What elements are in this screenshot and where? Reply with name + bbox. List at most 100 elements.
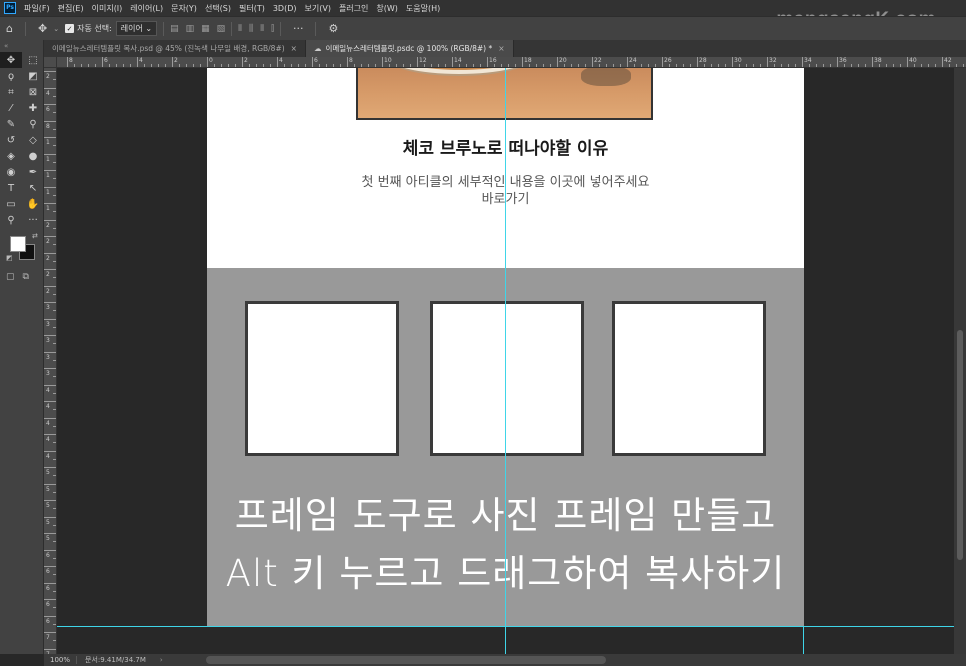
distribute-top-icon[interactable]: ⫿ bbox=[271, 24, 274, 34]
distribute-center-icon[interactable]: ⫼ bbox=[249, 24, 253, 34]
tab-document-copy[interactable]: 이메일뉴스레터템플릿 복사.psd @ 45% (진녹색 나무일 배경, RGB… bbox=[44, 40, 306, 57]
type-tool-icon[interactable]: T bbox=[0, 180, 22, 196]
ruler-label: 12 bbox=[419, 57, 427, 64]
tab-document-active[interactable]: ☁ 이메일뉴스레터템플릿.psdc @ 100% (RGB/8#) * × bbox=[305, 40, 514, 57]
ruler-tick bbox=[44, 153, 56, 155]
ruler-label: 2 bbox=[244, 57, 248, 64]
eyedropper-tool-icon[interactable]: ⁄ bbox=[0, 100, 22, 116]
object-select-tool-icon[interactable]: ◩ bbox=[22, 68, 44, 84]
menu-file[interactable]: 파일(F) bbox=[20, 3, 54, 14]
ruler-label: 5 bbox=[46, 535, 50, 542]
horizontal-scrollbar-thumb[interactable] bbox=[206, 656, 606, 664]
menu-filter[interactable]: 필터(T) bbox=[235, 3, 269, 14]
ruler-label: 3 bbox=[46, 337, 50, 344]
more-options-button[interactable]: ··· bbox=[287, 22, 310, 35]
screen-mode-icon[interactable]: ⧉ bbox=[23, 272, 29, 282]
menu-help[interactable]: 도움말(H) bbox=[402, 3, 444, 14]
ruler-tick bbox=[44, 516, 56, 518]
distribute-right-icon[interactable]: ⦀ bbox=[260, 24, 264, 34]
photo-frame[interactable] bbox=[612, 301, 766, 456]
auto-select-checkbox[interactable]: ✓ bbox=[65, 24, 75, 33]
ruler-label: 22 bbox=[594, 57, 602, 64]
guide-horizontal-bottom[interactable] bbox=[57, 626, 954, 627]
swap-colors-icon[interactable]: ⇄ bbox=[32, 232, 38, 240]
guide-vertical-right[interactable] bbox=[803, 626, 804, 654]
menu-type[interactable]: 문자(Y) bbox=[167, 3, 201, 14]
photo-detail bbox=[581, 68, 631, 86]
path-select-tool-icon[interactable]: ↖ bbox=[22, 180, 44, 196]
home-icon[interactable]: ⌂ bbox=[0, 22, 19, 35]
align-right-icon[interactable]: ▦ bbox=[201, 24, 210, 34]
ruler-tick bbox=[44, 648, 56, 650]
quick-mask-icon[interactable]: ▢ bbox=[6, 272, 15, 282]
ruler-label: 4 bbox=[139, 57, 143, 64]
brush-tool-icon[interactable]: ✎ bbox=[0, 116, 22, 132]
crop-tool-icon[interactable]: ⌗ bbox=[0, 84, 22, 100]
menu-window[interactable]: 창(W) bbox=[372, 3, 402, 14]
menu-layer[interactable]: 레이어(L) bbox=[126, 3, 167, 14]
ruler-tick bbox=[44, 615, 56, 617]
distribute-left-icon[interactable]: ⫴ bbox=[238, 24, 242, 34]
frame-tool-icon[interactable]: ⊠ bbox=[22, 84, 44, 100]
rectangle-tool-icon[interactable]: ▭ bbox=[0, 196, 22, 212]
align-center-icon[interactable]: ▥ bbox=[186, 24, 195, 34]
ruler-tick bbox=[44, 236, 56, 237]
marquee-tool-icon[interactable]: ⬚ bbox=[22, 52, 44, 68]
paint-bucket-tool-icon[interactable]: ◈ bbox=[0, 148, 22, 164]
pen-tool-icon[interactable]: ✒ bbox=[22, 164, 44, 180]
blur-tool-icon[interactable]: ● bbox=[22, 148, 44, 164]
divider bbox=[231, 21, 233, 36]
ruler-tick bbox=[44, 104, 56, 105]
ruler-tick bbox=[697, 57, 698, 67]
ruler-tick bbox=[44, 384, 56, 386]
healing-brush-tool-icon[interactable]: ✚ bbox=[22, 100, 44, 116]
photo-frame[interactable] bbox=[245, 301, 399, 456]
stamp-tool-icon[interactable]: ⚲ bbox=[22, 116, 44, 132]
close-icon[interactable]: × bbox=[498, 44, 504, 53]
default-colors-icon[interactable]: ◩ bbox=[6, 254, 13, 262]
ruler-label: 38 bbox=[874, 57, 882, 64]
ruler-vertical[interactable]: 246811111222223333344444555556666677 bbox=[44, 57, 57, 654]
canvas-area[interactable]: 체코 브루노로 떠나야할 이유 첫 번째 아티클의 세부적인 내용을 이곳에 넣… bbox=[57, 68, 954, 654]
status-menu-arrow-icon[interactable]: › bbox=[154, 656, 169, 664]
history-brush-tool-icon[interactable]: ↺ bbox=[0, 132, 22, 148]
ruler-label: 3 bbox=[46, 370, 50, 377]
zoom-level[interactable]: 100% bbox=[44, 656, 78, 664]
auto-select-value: 레이어 bbox=[120, 24, 143, 33]
collapse-icon[interactable]: « bbox=[0, 40, 43, 52]
align-top-icon[interactable]: ▧ bbox=[217, 24, 226, 34]
ruler-label: 10 bbox=[384, 57, 392, 64]
mode-icons: ▢ ⧉ bbox=[0, 268, 43, 286]
move-icon[interactable]: ✥ bbox=[32, 22, 53, 35]
ruler-label: 2 bbox=[46, 254, 50, 262]
ruler-tick bbox=[44, 599, 56, 600]
gear-icon[interactable]: ⚙ bbox=[322, 22, 344, 35]
menu-image[interactable]: 이미지(I) bbox=[88, 3, 127, 14]
zoom-tool-icon[interactable]: ⚲ bbox=[0, 212, 22, 228]
photo-frame[interactable] bbox=[430, 301, 584, 456]
lasso-tool-icon[interactable]: ϙ bbox=[0, 68, 22, 84]
move-tool-icon[interactable]: ✥ bbox=[0, 52, 22, 68]
ruler-tick bbox=[44, 566, 56, 567]
ruler-tick bbox=[44, 450, 56, 452]
menu-select[interactable]: 선택(S) bbox=[201, 3, 235, 14]
ruler-label: 40 bbox=[909, 57, 917, 64]
menu-edit[interactable]: 편집(E) bbox=[54, 3, 88, 14]
ruler-label: 3 bbox=[46, 320, 50, 328]
menu-3d[interactable]: 3D(D) bbox=[269, 4, 301, 13]
foreground-color-swatch[interactable] bbox=[10, 236, 26, 252]
eraser-tool-icon[interactable]: ◇ bbox=[22, 132, 44, 148]
close-icon[interactable]: × bbox=[291, 44, 297, 53]
menu-plugins[interactable]: 플러그인 bbox=[335, 3, 372, 14]
ruler-horizontal[interactable]: 8 6 4 2 0 2 4 6 8 10 12 14 16 18 20 22 24 26 28 30 32 34 36 38 4… bbox=[57, 57, 966, 68]
guide-vertical-center[interactable] bbox=[505, 68, 506, 654]
vertical-scrollbar[interactable] bbox=[954, 68, 966, 654]
hand-tool-icon[interactable]: ✋ bbox=[22, 196, 44, 212]
dodge-tool-icon[interactable]: ◉ bbox=[0, 164, 22, 180]
chevron-down-icon[interactable]: ⌄ bbox=[53, 25, 59, 33]
menu-view[interactable]: 보기(V) bbox=[301, 3, 335, 14]
more-tools-icon[interactable]: ··· bbox=[22, 212, 44, 228]
align-left-icon[interactable]: ▤ bbox=[170, 24, 179, 34]
auto-select-dropdown[interactable]: 레이어 ⌄ bbox=[115, 21, 158, 36]
vertical-scrollbar-thumb[interactable] bbox=[957, 330, 963, 560]
